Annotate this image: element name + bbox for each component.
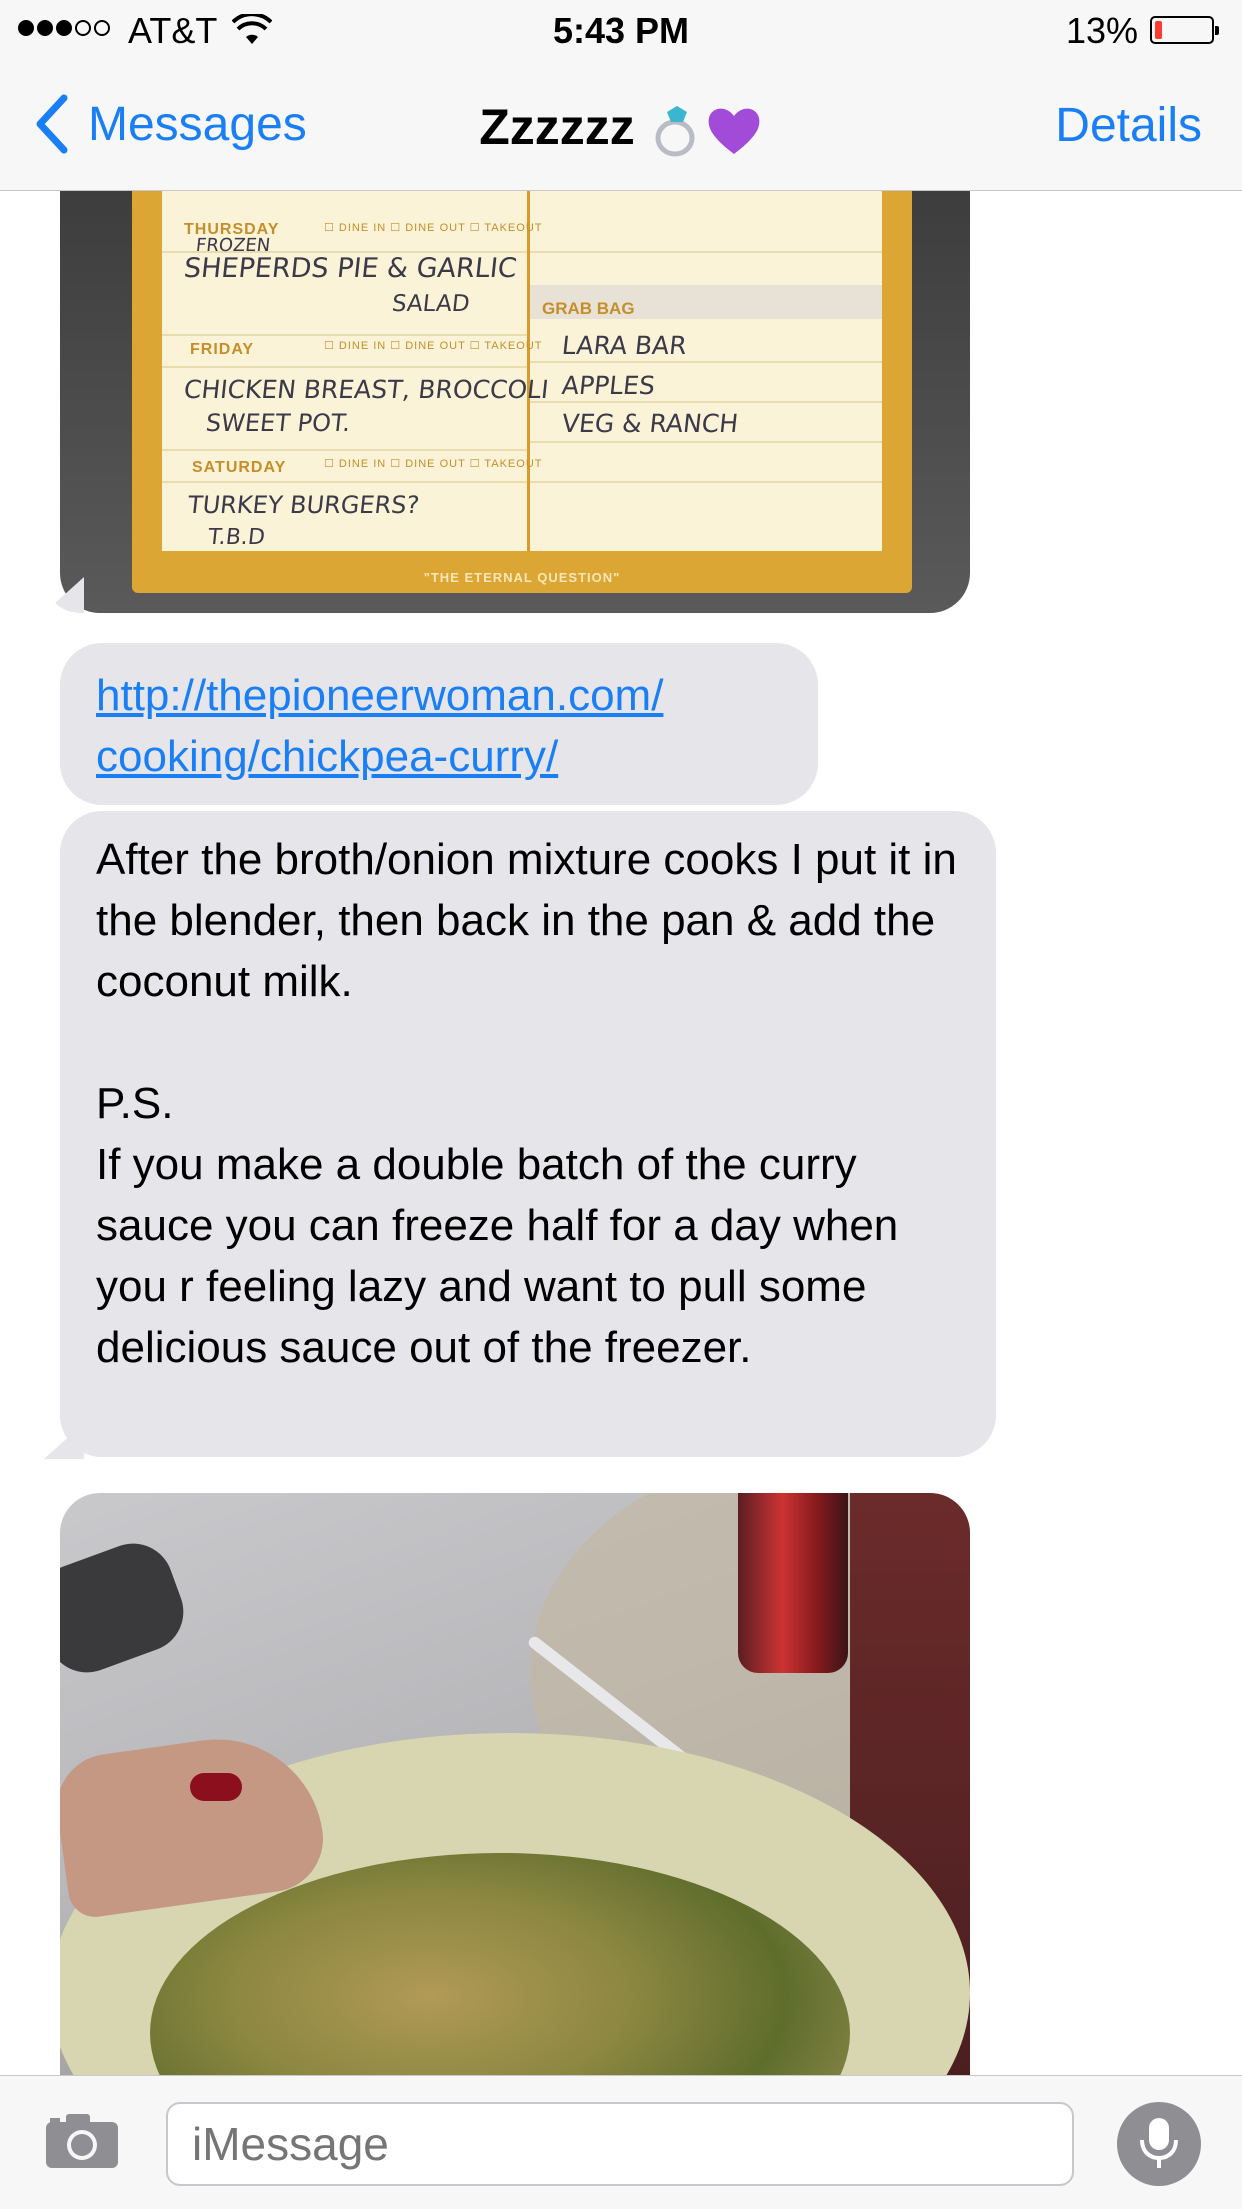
meal-plan-photo[interactable]: THURSDAY ☐ DINE IN ☐ DINE OUT ☐ TAKEOUT … (60, 191, 970, 613)
grab-bag-item-3: VEG & RANCH (560, 409, 740, 438)
camera-icon[interactable] (44, 2110, 120, 2170)
saturday-note-2: T.B.D (206, 525, 267, 550)
meal-plan-card: THURSDAY ☐ DINE IN ☐ DINE OUT ☐ TAKEOUT … (132, 191, 912, 593)
battery-percent: 13% (1065, 10, 1138, 51)
friday-note-2: SWEET POT. (204, 409, 352, 437)
saturday-label: SATURDAY (192, 459, 287, 476)
recipe-link-line-1: http://thepioneerwoman.com/ (96, 671, 664, 720)
thursday-note-2: SHEPERDS PIE & GARLIC (182, 253, 519, 284)
top-bar: AT&T 5:43 PM 13% Messages Zzzzzz Details (0, 0, 1242, 191)
grab-bag-item-1: LARA BAR (560, 331, 689, 360)
microphone-icon (1140, 2118, 1178, 2168)
imessage-input[interactable] (166, 2102, 1074, 2186)
ring-emoji-icon (655, 105, 695, 157)
card-footer: "THE ETERNAL QUESTION" (423, 570, 621, 585)
message-thread[interactable]: THURSDAY ☐ DINE IN ☐ DINE OUT ☐ TAKEOUT … (0, 191, 1242, 2075)
grab-bag-label: GRAB BAG (542, 299, 635, 318)
thursday-options: ☐ DINE IN ☐ DINE OUT ☐ TAKEOUT (324, 222, 543, 234)
microphone-button[interactable] (1117, 2102, 1201, 2186)
food-photo[interactable] (60, 1493, 970, 2075)
grab-bag-item-2: APPLES (560, 371, 657, 400)
recipe-link-line-2: cooking/chickpea-curry/ (96, 732, 559, 781)
text-message-bubble[interactable]: After the broth/onion mixture cooks I pu… (60, 811, 996, 1457)
details-button[interactable]: Details (1055, 98, 1202, 153)
saturday-note-1: TURKEY BURGERS? (186, 491, 421, 519)
link-message-bubble[interactable]: http://thepioneerwoman.com/cooking/chick… (60, 643, 818, 805)
message-input-bar (0, 2075, 1242, 2209)
saturday-options: ☐ DINE IN ☐ DINE OUT ☐ TAKEOUT (324, 458, 543, 470)
conversation-name: Zzzzzz (479, 99, 635, 155)
status-time: 5:43 PM (552, 10, 690, 51)
thursday-note-3: SALAD (390, 291, 471, 317)
recipe-link[interactable]: http://thepioneerwoman.com/cooking/chick… (96, 671, 663, 781)
purple-heart-emoji-icon (708, 108, 760, 154)
friday-options: ☐ DINE IN ☐ DINE OUT ☐ TAKEOUT (324, 340, 543, 352)
navigation-bar: Messages Zzzzzz Details (0, 62, 1242, 190)
status-bar: AT&T 5:43 PM 13% (0, 0, 1242, 62)
friday-note-1: CHICKEN BREAST, BROCCOLI (182, 375, 550, 404)
battery-icon (1150, 16, 1219, 44)
friday-label: FRIDAY (190, 341, 255, 358)
